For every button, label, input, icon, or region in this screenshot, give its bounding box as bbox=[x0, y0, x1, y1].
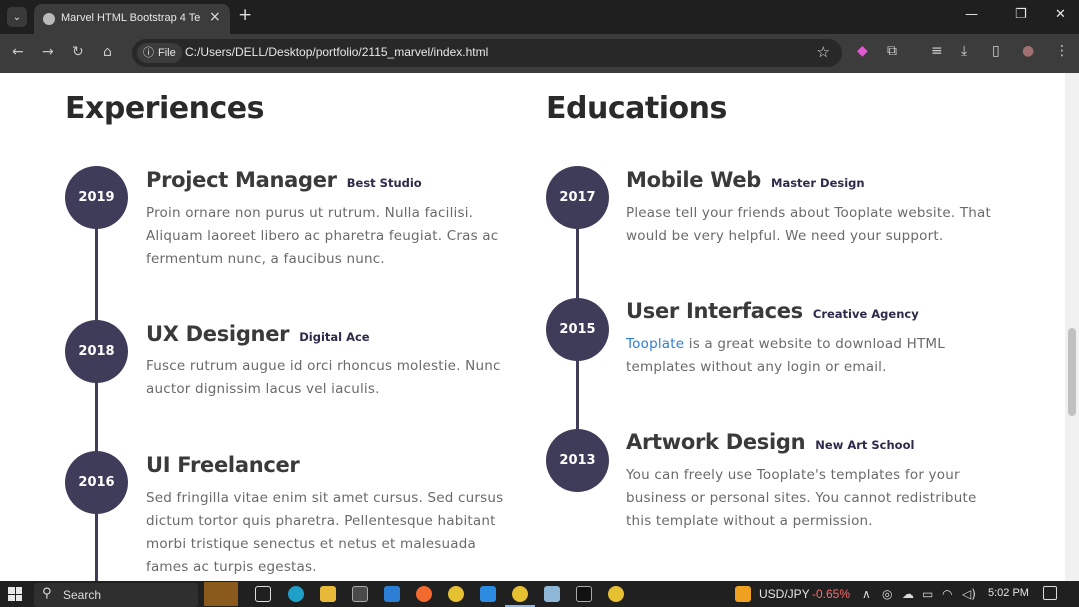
chrome-active-icon[interactable] bbox=[512, 586, 528, 602]
tab-search-chevron-icon[interactable]: ⌄ bbox=[7, 7, 27, 27]
battery-icon[interactable]: ▭ bbox=[922, 587, 933, 601]
globe-icon bbox=[43, 13, 55, 25]
info-icon: ⓘ bbox=[143, 47, 154, 59]
experience-description: Proin ornare non purus ut rutrum. Nulla … bbox=[146, 205, 499, 267]
course-title: Artwork Design bbox=[626, 430, 806, 454]
notepad-icon[interactable] bbox=[544, 586, 560, 602]
restore-icon[interactable]: ❐ bbox=[1015, 7, 1027, 22]
side-panel-icon[interactable]: ▯ bbox=[992, 43, 1000, 59]
school-name: Master Design bbox=[771, 176, 865, 190]
profile-avatar[interactable]: ● bbox=[1022, 43, 1034, 59]
education-description: You can freely use Tooplate's templates … bbox=[626, 467, 977, 529]
course-title: User Interfaces bbox=[626, 299, 803, 323]
mail-icon[interactable] bbox=[384, 586, 400, 602]
new-tab-button[interactable]: + bbox=[238, 5, 252, 25]
taskbar: ⚲ Search USD/JPY -0.65% ∧ ◎ ☁ ▭ ◠ ◁) 5:0… bbox=[0, 581, 1079, 607]
chrome-icon[interactable] bbox=[448, 586, 464, 602]
clock[interactable]: 5:02 PM bbox=[988, 587, 1029, 599]
volume-icon[interactable]: ◁) bbox=[962, 587, 976, 601]
tab-title: Marvel HTML Bootstrap 4 Templ bbox=[61, 12, 201, 24]
forward-icon[interactable]: → bbox=[42, 44, 54, 60]
chevron-up-icon[interactable]: ∧ bbox=[862, 587, 871, 601]
task-view-icon[interactable] bbox=[255, 586, 271, 602]
back-icon[interactable]: ← bbox=[12, 44, 24, 60]
company-name: Digital Ace bbox=[299, 330, 370, 344]
color-extension-icon[interactable]: ◆ bbox=[857, 43, 868, 59]
year-badge: 2017 bbox=[546, 166, 609, 229]
ticker-name[interactable]: USD/JPY bbox=[759, 587, 810, 601]
file-explorer-icon[interactable] bbox=[320, 586, 336, 602]
tab-bar: ⌄ Marvel HTML Bootstrap 4 Templ × + — ❐ … bbox=[0, 0, 1079, 34]
company-name: Best Studio bbox=[346, 176, 422, 190]
tooplate-link[interactable]: Tooplate bbox=[626, 336, 684, 352]
ticker-change[interactable]: -0.65% bbox=[812, 587, 850, 601]
app-icon[interactable] bbox=[416, 586, 432, 602]
school-name: New Art School bbox=[815, 438, 915, 452]
close-window-icon[interactable]: ✕ bbox=[1055, 7, 1066, 22]
scrollbar-thumb[interactable] bbox=[1068, 328, 1076, 416]
experience-heading: UI Freelancer bbox=[146, 453, 310, 477]
year-badge: 2016 bbox=[65, 451, 128, 514]
search-icon: ⚲ bbox=[42, 586, 52, 601]
minimize-icon[interactable]: — bbox=[965, 7, 978, 22]
education-heading: Artwork Design New Art School bbox=[626, 430, 914, 454]
file-label: File bbox=[158, 47, 176, 59]
educations-heading: Educations bbox=[546, 91, 727, 126]
wifi-icon[interactable]: ◠ bbox=[942, 587, 952, 601]
terminal-icon[interactable] bbox=[576, 586, 592, 602]
experiences-heading: Experiences bbox=[65, 91, 264, 126]
address-bar[interactable]: ⓘ File C:/Users/DELL/Desktop/portfolio/2… bbox=[132, 39, 842, 67]
search-highlight-image[interactable] bbox=[204, 582, 238, 606]
school-name: Creative Agency bbox=[812, 307, 919, 321]
vscode-icon[interactable] bbox=[480, 586, 496, 602]
experience-heading: UX Designer Digital Ace bbox=[146, 322, 370, 346]
close-tab-icon[interactable]: × bbox=[209, 9, 221, 25]
job-title: UX Designer bbox=[146, 322, 290, 346]
home-icon[interactable]: ⌂ bbox=[103, 44, 112, 60]
menu-kebab-icon[interactable]: ⋮ bbox=[1055, 43, 1069, 59]
job-title: Project Manager bbox=[146, 168, 337, 192]
experience-description: Fusce rutrum augue id orci rhoncus moles… bbox=[146, 358, 501, 397]
edge-icon[interactable] bbox=[288, 586, 304, 602]
year-badge: 2019 bbox=[65, 166, 128, 229]
experience-timeline-line bbox=[95, 193, 98, 581]
extensions-icon[interactable]: ⧉ bbox=[887, 43, 897, 59]
job-title: UI Freelancer bbox=[146, 453, 300, 477]
web-page: Experiences 2019 Project Manager Best Stu… bbox=[0, 73, 1065, 581]
education-description: Tooplate is a great website to download … bbox=[626, 333, 966, 379]
stock-ticker-icon[interactable] bbox=[735, 586, 751, 602]
notification-icon[interactable] bbox=[1043, 586, 1057, 600]
site-info-chip[interactable]: ⓘ File bbox=[137, 43, 182, 63]
browser-tab[interactable]: Marvel HTML Bootstrap 4 Templ × bbox=[34, 4, 230, 34]
chrome-profile-icon[interactable] bbox=[608, 586, 624, 602]
search-label: Search bbox=[63, 588, 102, 602]
camera-icon[interactable]: ◎ bbox=[882, 587, 892, 601]
bookmark-star-icon[interactable]: ☆ bbox=[817, 43, 830, 61]
navigation-bar: ← → ↻ ⌂ ⓘ File C:/Users/DELL/Desktop/por… bbox=[0, 34, 1079, 73]
year-badge: 2018 bbox=[65, 320, 128, 383]
education-heading: User Interfaces Creative Agency bbox=[626, 299, 919, 323]
windows-start-icon[interactable] bbox=[8, 587, 22, 601]
store-icon[interactable] bbox=[352, 586, 368, 602]
experience-description: Sed fringilla vitae enim sit amet cursus… bbox=[146, 490, 504, 575]
media-controls-icon[interactable]: ≡ bbox=[931, 43, 943, 59]
reload-icon[interactable]: ↻ bbox=[72, 44, 84, 60]
taskbar-search[interactable]: ⚲ Search bbox=[34, 583, 198, 607]
page-scrollbar[interactable] bbox=[1065, 73, 1079, 581]
education-heading: Mobile Web Master Design bbox=[626, 168, 865, 192]
experience-heading: Project Manager Best Studio bbox=[146, 168, 422, 192]
cloud-icon[interactable]: ☁ bbox=[902, 587, 914, 601]
course-title: Mobile Web bbox=[626, 168, 761, 192]
download-icon[interactable]: ⤓ bbox=[961, 43, 967, 59]
url-text[interactable]: C:/Users/DELL/Desktop/portfolio/2115_mar… bbox=[185, 45, 488, 59]
year-badge: 2013 bbox=[546, 429, 609, 492]
education-description: Please tell your friends about Tooplate … bbox=[626, 205, 991, 244]
year-badge: 2015 bbox=[546, 298, 609, 361]
